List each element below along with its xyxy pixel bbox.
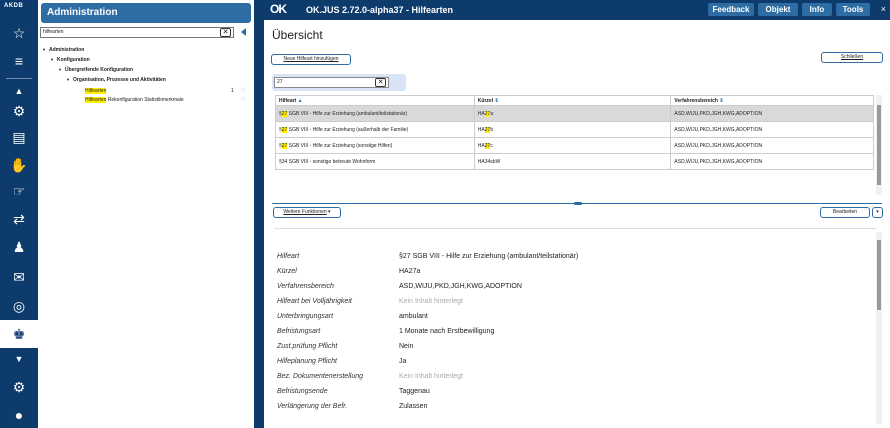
title-bar: OK OK.JUS 2.72.0-alpha37 - Hilfearten Fe… — [264, 0, 890, 20]
table-row[interactable]: §27 SGB VIII - Hilfe zur Erziehung (ambu… — [275, 105, 874, 122]
table-row[interactable]: §27 SGB VIII - Hilfe zur Erziehung (auße… — [275, 121, 874, 138]
mail-icon[interactable]: ✉ — [8, 268, 30, 286]
tree-node-administration[interactable]: ▼ Administration — [42, 47, 84, 53]
target-icon[interactable]: ◎ — [8, 297, 30, 315]
clear-filter-icon[interactable]: ✕ — [375, 78, 386, 87]
sort-icon: ⇕ — [494, 97, 499, 104]
window-title: OK.JUS 2.72.0-alpha37 - Hilfearten — [306, 5, 454, 15]
ok-logo: OK — [270, 2, 287, 16]
close-icon[interactable]: × — [881, 4, 886, 14]
filter-input[interactable]: 27 ✕ — [274, 77, 389, 88]
panel-splitter[interactable] — [254, 0, 264, 428]
scroll-thumb[interactable] — [877, 105, 881, 185]
tree-leaf-hilfearten[interactable]: Hilfearten — [85, 88, 107, 94]
document-settings-icon[interactable]: ▤ — [8, 128, 30, 146]
table-row[interactable]: §34 SGB VIII - sonstige betreute Wohnfor… — [275, 153, 874, 170]
main-app: OK OK.JUS 2.72.0-alpha37 - Hilfearten Fe… — [264, 0, 890, 428]
leaf-count: 1 — [231, 88, 234, 94]
column-header-hilfeart[interactable]: Hilfeart ▲ — [275, 95, 475, 106]
person-transfer-icon[interactable]: ⇄ — [8, 210, 30, 228]
tools-button[interactable]: Tools — [836, 3, 870, 16]
cell-hilfeart: §27 SGB VIII - Hilfe zur Erziehung (sons… — [275, 137, 475, 154]
column-header-kuerzel[interactable]: Kürzel ⇕ — [473, 95, 672, 106]
edit-button[interactable]: Bearbeiten — [820, 207, 870, 218]
objekt-button[interactable]: Objekt — [758, 3, 798, 16]
info-button[interactable]: Info — [802, 3, 832, 16]
tree-search-input[interactable]: hilfearten ✕ — [40, 27, 234, 38]
expand-icon[interactable]: ▼ — [8, 350, 30, 368]
close-overview-button[interactable]: Schließen — [821, 52, 883, 63]
more-functions-button[interactable]: Weitere Funktionen ▾ — [273, 207, 341, 218]
hand-icon[interactable]: ☞ — [8, 182, 30, 200]
table-scrollbar[interactable] — [876, 95, 882, 195]
caret-down-icon: ▼ — [66, 77, 70, 82]
filter-value: 27 — [277, 79, 283, 85]
cell-kuerzel: HA27c — [473, 137, 672, 154]
cell-kuerzel: HA34sbW — [473, 153, 672, 170]
person-settings-icon[interactable]: ⚙ — [8, 102, 30, 120]
panel-title: Administration — [41, 3, 251, 23]
clear-search-icon[interactable]: ✕ — [220, 28, 231, 37]
cell-verfahrensbereich: ASD,WIJU,PKD,JGH,KWG,ADOPTION — [670, 137, 874, 154]
icon-rail: AKDB ☆ ≡ ▲ ⚙ ▤ ✋ ☞ ⇄ ♟ ✉ ◎ ♚ ▼ ⚙ ● — [0, 0, 38, 428]
scroll-thumb[interactable] — [877, 240, 881, 310]
tree-leaf-hilfearten-rekonfiguration[interactable]: Hilfearten Rekonfiguration Statistikmerk… — [85, 97, 184, 103]
tree-search-value: hilfearten — [43, 29, 64, 35]
admin-tree-panel: Administration hilfearten ✕ ▼ Administrat… — [38, 0, 254, 428]
family-icon[interactable]: ♟ — [8, 238, 30, 256]
section-title: Übersicht — [272, 28, 323, 42]
cell-verfahrensbereich: ASD,WIJU,PKD,JGH,KWG,ADOPTION — [670, 105, 874, 122]
caret-down-icon: ▼ — [50, 57, 54, 62]
list-icon[interactable]: ≡ — [8, 52, 30, 70]
feedback-button[interactable]: Feedback — [708, 3, 754, 16]
sort-icon: ⇕ — [719, 97, 724, 104]
tree-node-uebergreifende-konfiguration[interactable]: ▼ Übergreifende Konfiguration — [58, 67, 133, 73]
cell-verfahrensbereich: ASD,WIJU,PKD,JGH,KWG,ADOPTION — [670, 153, 874, 170]
gear-icon[interactable]: ⚙ — [8, 378, 30, 396]
handshake-icon[interactable]: ✋ — [8, 156, 30, 174]
dropdown-caret-icon: ▾ — [326, 209, 331, 215]
edit-dropdown-icon[interactable]: ▾ — [872, 207, 883, 218]
hilfearten-table: Hilfeart ▲ Kürzel ⇕ Verfahrensbereich ⇕ … — [275, 95, 874, 170]
pane-divider[interactable] — [272, 202, 882, 205]
akdb-logo: AKDB — [4, 3, 24, 9]
star-icon[interactable]: ☆ — [8, 24, 30, 42]
details-scrollbar[interactable] — [876, 232, 882, 424]
table-header: Hilfeart ▲ Kürzel ⇕ Verfahrensbereich ⇕ — [275, 95, 874, 106]
caret-down-icon: ▼ — [42, 47, 46, 52]
collapse-icon[interactable]: ▲ — [8, 82, 30, 100]
drag-handle[interactable] — [574, 202, 582, 205]
caret-down-icon: ▼ — [58, 67, 62, 72]
cell-hilfeart: §27 SGB VIII - Hilfe zur Erziehung (auße… — [275, 121, 475, 138]
favorite-star-icon[interactable]: ☆ — [240, 86, 246, 94]
filter-area: 27 ✕ — [272, 74, 406, 91]
column-header-verfahrensbereich[interactable]: Verfahrensbereich ⇕ — [670, 95, 874, 106]
favorite-star-icon[interactable]: ☆ — [240, 95, 246, 103]
collapse-panel-icon[interactable] — [241, 28, 246, 36]
cell-kuerzel: HA27a — [473, 105, 672, 122]
cell-hilfeart: §34 SGB VIII - sonstige betreute Wohnfor… — [275, 153, 475, 170]
cell-kuerzel: HA27b — [473, 121, 672, 138]
tree-node-konfiguration[interactable]: ▼ Konfiguration — [50, 57, 90, 63]
details-panel: Hilfeart §27 SGB VIII - Hilfe zur Erziehu… — [274, 228, 876, 428]
rail-divider — [6, 78, 32, 79]
tree-node-organisation[interactable]: ▼ Organisation, Prozesse und Aktivitäten — [66, 77, 166, 83]
table-row[interactable]: §27 SGB VIII - Hilfe zur Erziehung (sons… — [275, 137, 874, 154]
cell-hilfeart: §27 SGB VIII - Hilfe zur Erziehung (ambu… — [275, 105, 475, 122]
sort-asc-icon: ▲ — [297, 97, 303, 104]
add-hilfeart-button[interactable]: Neue Hilfeart hinzufügen — [271, 54, 351, 65]
cell-verfahrensbereich: ASD,WIJU,PKD,JGH,KWG,ADOPTION — [670, 121, 874, 138]
person-admin-icon[interactable]: ♚ — [0, 320, 38, 348]
user-icon[interactable]: ● — [8, 406, 30, 424]
